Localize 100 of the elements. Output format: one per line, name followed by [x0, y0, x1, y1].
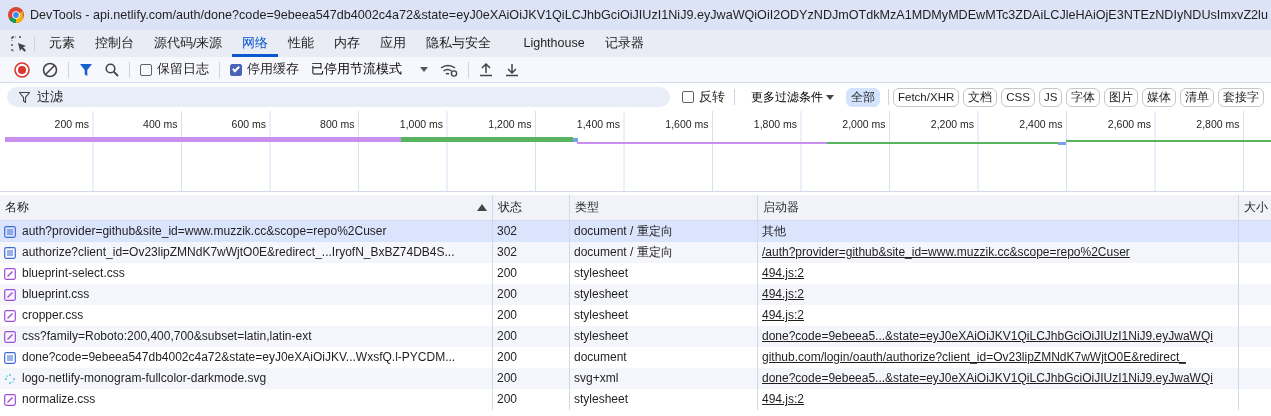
clear-icon	[42, 61, 58, 78]
request-name: authorize?client_id=Ov23lipZMNdK7wWjtO0E&redirect_...IryofN_BxBZ74DB4S...	[22, 244, 455, 261]
filter-field[interactable]: 过滤	[7, 87, 670, 107]
time-tick-label: 800 ms	[320, 117, 355, 132]
type-cell: stylesheet	[570, 284, 758, 305]
stylesheet-icon	[4, 267, 16, 280]
request-name: cropper.css	[22, 307, 84, 324]
tab[interactable]: 性能	[278, 30, 325, 57]
table-row[interactable]: logo-netlify-monogram-fullcolor-darkmode.svg 200 svg+xml done?code=9ebeea5...&state=eyJ0eXAiOiJKV1QiLCJhbGciOiJIUzI1NiJ9.eyJwaWQi	[0, 368, 1271, 389]
initiator-cell: 其他	[762, 224, 786, 238]
tab[interactable]: 源代码/来源	[144, 30, 233, 57]
type-filter-chip[interactable]: 清单	[1180, 87, 1215, 107]
stylesheet-icon	[4, 309, 16, 322]
time-tick-label: 1,400 ms	[576, 117, 620, 132]
checkbox[interactable]	[230, 63, 242, 76]
request-name: auth?provider=github&site_id=www.muzzik.cc&scope=repo%2Cuser	[22, 223, 387, 240]
table-row[interactable]: css?family=Roboto:200,400,700&subset=latin,latin-ext 200 stylesheet done?code=9ebeea5...&state=eyJ0eXAiOiJKV1QiLCJhbGciOiJIUzI1NiJ9.eyJwaWQi	[0, 326, 1271, 347]
time-tick-label: 2,400 ms	[1019, 117, 1063, 132]
checkbox-label: 反转	[699, 88, 725, 106]
tab[interactable]: 内存	[324, 30, 371, 57]
initiator-link[interactable]: done?code=9ebeea5...&state=eyJ0eXAiOiJKV1QiLCJhbGciOiJIUzI1NiJ9.eyJwaWQi	[762, 371, 1213, 385]
request-name: blueprint-select.css	[22, 265, 125, 282]
column-header[interactable]: 启动器	[758, 195, 1239, 220]
tab[interactable]: 应用	[370, 30, 417, 57]
request-name: css?family=Roboto:200,400,700&subset=latin,latin-ext	[22, 328, 312, 345]
time-tick-label: 400 ms	[143, 117, 178, 132]
type-filter-chip[interactable]: 媒体	[1142, 87, 1177, 107]
tab[interactable]: 隐私与安全	[416, 30, 502, 57]
type-cell: stylesheet	[570, 389, 758, 410]
time-tick-label: 2,000 ms	[842, 117, 886, 132]
type-filter-chip[interactable]: JS	[1038, 87, 1063, 107]
table-row[interactable]: blueprint.css 200 stylesheet 494.js:2	[0, 284, 1271, 305]
checkbox[interactable]	[140, 63, 152, 76]
column-header[interactable]: 状态	[493, 195, 570, 220]
type-filter-chip[interactable]: 文档	[963, 87, 998, 107]
document-icon	[4, 246, 16, 259]
request-name: done?code=9ebeea547db4002c4a72&state=eyJ0eXAiOiJKV...WxsfQ.l-PYCDM...	[22, 349, 456, 366]
request-name: normalize.css	[22, 391, 96, 408]
status-cell: 302	[493, 242, 570, 263]
time-tick-label: 2,800 ms	[1196, 117, 1240, 132]
initiator-link[interactable]: /auth?provider=github&site_id=www.muzzik.cc&scope=repo%2Cuser	[762, 245, 1130, 259]
search-icon	[105, 62, 119, 77]
sparkle-icon	[4, 372, 16, 385]
checkbox-label: 保留日志	[157, 61, 209, 79]
more-filters-dropdown[interactable]: 更多过滤条件	[745, 84, 840, 110]
type-cell: stylesheet	[570, 326, 758, 347]
browser-logo-icon	[8, 7, 24, 23]
time-tick-label: 2,200 ms	[930, 117, 974, 132]
type-filter-chip[interactable]: CSS	[1001, 87, 1035, 107]
filter-icon	[19, 92, 30, 103]
initiator-link[interactable]: 494.js:2	[762, 287, 805, 301]
checkbox[interactable]	[682, 91, 694, 103]
column-header[interactable]: 名称	[5, 195, 29, 220]
column-header[interactable]: 大小	[1239, 195, 1271, 220]
throttling-dropdown[interactable]: 已停用节流模式	[305, 56, 434, 83]
table-row[interactable]: normalize.css 200 stylesheet 494.js:2	[0, 389, 1271, 410]
upload-icon	[479, 62, 493, 77]
type-filter-chip[interactable]: Fetch/XHR	[893, 87, 960, 107]
stylesheet-icon	[4, 330, 16, 343]
initiator-link[interactable]: 494.js:2	[762, 308, 805, 322]
tab[interactable]: Lighthouse	[513, 30, 595, 57]
caret-icon	[826, 94, 834, 100]
initiator-link[interactable]: done?code=9ebeea5...&state=eyJ0eXAiOiJKV1QiLCJhbGciOiJIUzI1NiJ9.eyJwaWQi	[762, 329, 1213, 343]
status-cell: 200	[493, 368, 570, 389]
caret-icon	[420, 67, 428, 72]
table-row[interactable]: authorize?client_id=Ov23lipZMNdK7wWjtO0E&redirect_...IryofN_BxBZ74DB4S... 302 document / 重定向 /auth?provider=github&site_id=www.muzzik.cc&scope=repo%2Cuser	[0, 242, 1271, 263]
request-name: blueprint.css	[22, 286, 90, 303]
type-cell: svg+xml	[570, 368, 758, 389]
tab[interactable]: 元素	[39, 30, 85, 57]
table-row[interactable]: auth?provider=github&site_id=www.muzzik.cc&scope=repo%2Cuser 302 document / 重定向 其他	[0, 221, 1271, 242]
inspect-element-icon[interactable]	[10, 34, 28, 53]
window-title: DevTools - api.netlify.com/auth/done?code=9ebeea547db4002c4a72&state=eyJ0eXAiOiJKV1QiLCJhbGciOiJIUzI1NiJ9.eyJwaWQiOiI2ODYzNDJmOTdkMzA1MDMyMDEwMTc3ZDAiLCJleHAiOjE3NTEzNDIyNDUsImxvZ2lu	[30, 6, 1268, 24]
sort-ascending-icon	[477, 204, 487, 211]
time-tick-label: 600 ms	[231, 117, 266, 132]
time-tick-label: 1,600 ms	[665, 117, 709, 132]
initiator-link[interactable]: github.com/login/oauth/authorize?client_id=Ov23lipZMNdK7wWjtO0E&redirect_	[762, 350, 1186, 364]
column-header[interactable]: 类型	[570, 195, 758, 220]
request-name: logo-netlify-monogram-fullcolor-darkmode.svg	[22, 370, 267, 387]
stylesheet-icon	[4, 288, 16, 301]
type-cell: document / 重定向	[570, 242, 758, 263]
wifi-gear-icon	[440, 62, 458, 77]
time-tick-label: 200 ms	[54, 117, 89, 132]
download-icon	[505, 62, 519, 77]
initiator-link[interactable]: 494.js:2	[762, 392, 805, 406]
record-icon	[14, 61, 30, 78]
type-filter-chip[interactable]: 套接字	[1218, 87, 1265, 107]
initiator-link[interactable]: 494.js:2	[762, 266, 805, 280]
time-tick-label: 1,000 ms	[399, 117, 443, 132]
type-filter-chip[interactable]: 全部	[846, 87, 880, 107]
tab[interactable]: 记录器	[594, 30, 654, 57]
tab[interactable]: 控制台	[85, 30, 144, 57]
status-cell: 200	[493, 389, 570, 410]
checkbox-label: 停用缓存	[247, 61, 299, 79]
type-filter-chip[interactable]: 字体	[1066, 87, 1101, 107]
status-cell: 200	[493, 326, 570, 347]
filter-icon	[79, 62, 93, 77]
time-tick-label: 1,800 ms	[753, 117, 797, 132]
type-filter-chip[interactable]: 图片	[1104, 87, 1139, 107]
document-icon	[4, 225, 16, 238]
time-tick-label: 2,600 ms	[1107, 117, 1151, 132]
